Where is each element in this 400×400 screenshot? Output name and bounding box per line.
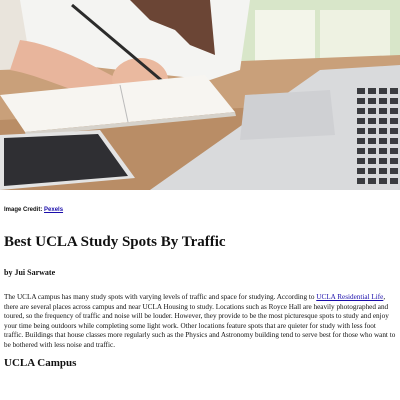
article-page: Image Credit: Pexels Best UCLA Study Spo… (0, 0, 400, 400)
image-credit-label: Image Credit: (4, 207, 45, 213)
article-title: Best UCLA Study Spots By Traffic (4, 234, 226, 250)
image-credit: Image Credit: Pexels (4, 207, 63, 213)
image-credit-link[interactable]: Pexels (44, 207, 63, 213)
ucla-residential-life-link[interactable]: UCLA Residential Life (316, 293, 383, 301)
section-heading-ucla-campus: UCLA Campus (4, 357, 77, 369)
intro-text-before-link: The UCLA campus has many study spots wit… (4, 293, 317, 301)
intro-text-after-link: , there are several places across campus… (4, 293, 396, 349)
article-byline: by Jui Sarwate (4, 268, 56, 277)
article-intro-paragraph: The UCLA campus has many study spots wit… (4, 293, 396, 350)
hero-image (0, 0, 400, 190)
